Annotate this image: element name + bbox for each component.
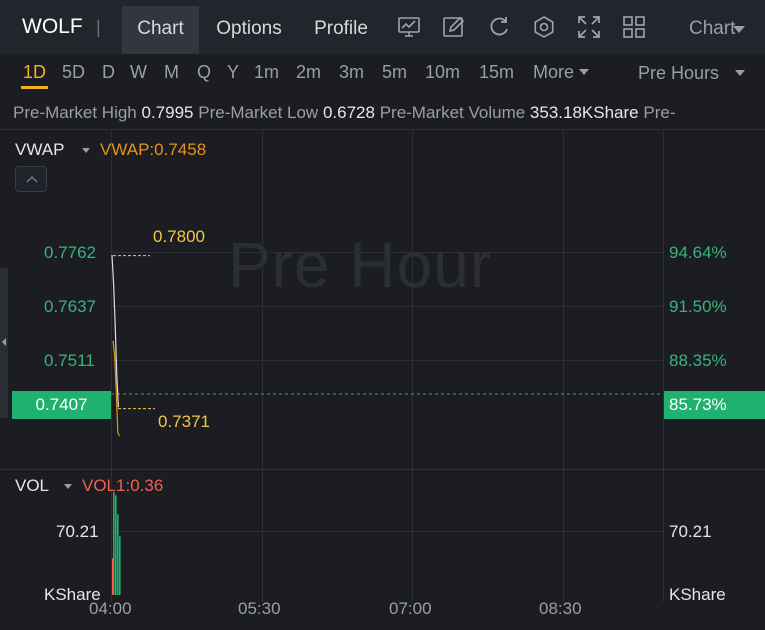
price-point bbox=[117, 406, 119, 408]
price-point bbox=[111, 254, 113, 257]
volume-tick-left: 70.21 bbox=[56, 522, 99, 541]
volume-bar bbox=[115, 495, 117, 595]
volume-unit-right: KShare bbox=[669, 585, 726, 604]
volume-bar bbox=[117, 514, 119, 595]
low-marker-label: 0.7371 bbox=[158, 412, 210, 431]
chevron-down-icon[interactable] bbox=[64, 484, 72, 489]
price-chart[interactable] bbox=[0, 0, 765, 630]
volume-tick-right: 70.21 bbox=[669, 522, 712, 541]
volume-indicator-label[interactable]: VOL bbox=[15, 476, 49, 496]
price-point bbox=[113, 283, 115, 285]
price-point bbox=[114, 325, 116, 327]
volume-bar-down bbox=[112, 558, 114, 595]
current-percent-label: 85.73% bbox=[664, 391, 765, 419]
price-point bbox=[116, 374, 118, 376]
x-tick: 08:30 bbox=[539, 599, 582, 618]
high-marker-label: 0.7800 bbox=[153, 227, 205, 246]
current-price-label: 0.7407 bbox=[12, 391, 111, 419]
volume-bar bbox=[119, 536, 121, 595]
x-tick: 04:00 bbox=[89, 599, 132, 618]
price-line bbox=[111, 255, 119, 407]
x-tick: 07:00 bbox=[389, 599, 432, 618]
volume-value: VOL1:0.36 bbox=[82, 476, 164, 495]
x-tick: 05:30 bbox=[238, 599, 281, 618]
